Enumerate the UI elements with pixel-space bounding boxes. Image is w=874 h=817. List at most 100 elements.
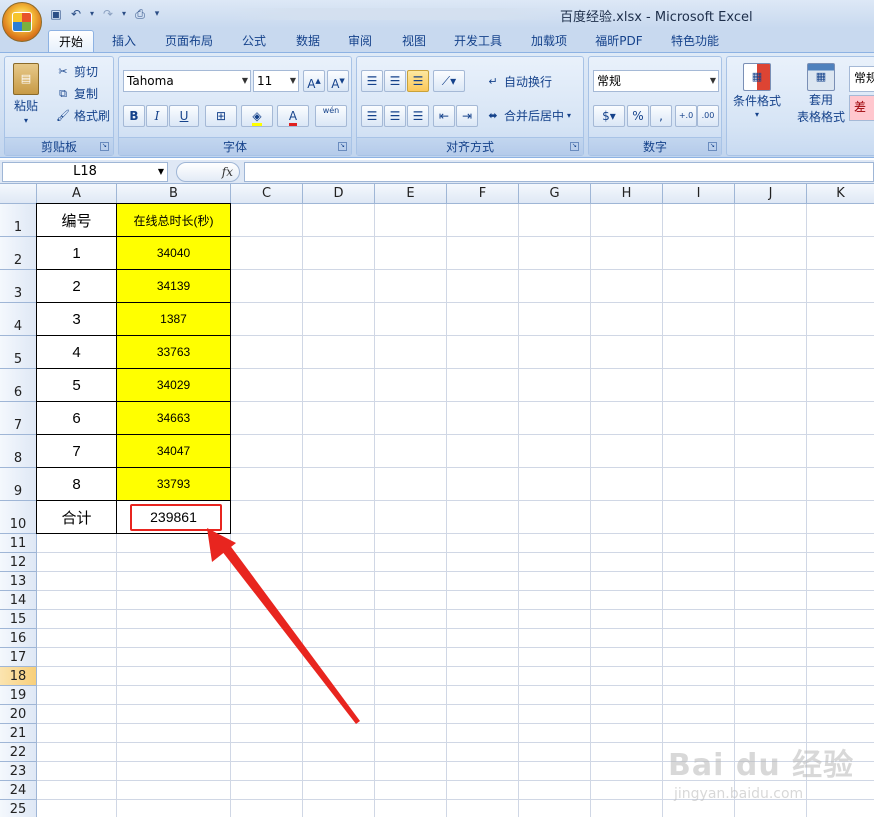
wrap-text-button[interactable]: ↵ 自动换行 <box>485 73 552 90</box>
column-header-a[interactable]: A <box>37 184 117 204</box>
row-header-12[interactable]: 12 <box>0 553 37 572</box>
align-right-button[interactable]: ☰ <box>407 105 429 127</box>
row-header-11[interactable]: 11 <box>0 534 37 553</box>
font-launcher-icon[interactable]: ↘ <box>338 142 347 151</box>
row-header-10[interactable]: 10 <box>0 501 37 534</box>
column-header-j[interactable]: J <box>735 184 807 204</box>
tab-data[interactable]: 数据 <box>286 30 330 52</box>
undo-dropdown-icon[interactable]: ▾ <box>88 6 96 22</box>
customize-qat-icon[interactable]: ▾ <box>152 6 162 22</box>
align-center-button[interactable]: ☰ <box>384 105 406 127</box>
row-header-14[interactable]: 14 <box>0 591 37 610</box>
paste-button[interactable]: ▤ 粘贴 ▾ <box>13 63 39 125</box>
row-header-5[interactable]: 5 <box>0 336 37 369</box>
worksheet-grid[interactable]: A B C D E F G H I J K 1 2 3 4 5 6 7 8 9 10 11 12 13 14 15 16 17 18 19… <box>0 184 874 817</box>
decrease-decimal-button[interactable]: .00 <box>697 105 719 127</box>
font-name-combo[interactable]: Tahoma ▼ <box>123 70 251 92</box>
bold-button[interactable]: B <box>123 105 145 127</box>
currency-button[interactable]: $▾ <box>593 105 625 127</box>
tab-view[interactable]: 视图 <box>392 30 436 52</box>
number-format-combo[interactable]: 常规 ▼ <box>593 70 719 92</box>
save-icon[interactable]: ▣ <box>48 6 64 22</box>
redo-icon[interactable]: ↷ <box>100 6 116 22</box>
print-preview-icon[interactable]: ⎙ <box>132 6 148 22</box>
format-as-table-button[interactable]: ▦ 套用 表格格式 <box>797 63 845 125</box>
column-header-d[interactable]: D <box>303 184 375 204</box>
row-header-16[interactable]: 16 <box>0 629 37 648</box>
row-header-6[interactable]: 6 <box>0 369 37 402</box>
column-header-k[interactable]: K <box>807 184 874 204</box>
alignment-launcher-icon[interactable]: ↘ <box>570 142 579 151</box>
align-middle-button[interactable]: ☰ <box>384 70 406 92</box>
row-header-15[interactable]: 15 <box>0 610 37 629</box>
column-header-f[interactable]: F <box>447 184 519 204</box>
phonetic-button[interactable]: wén <box>315 105 347 127</box>
name-box[interactable]: L18 ▼ <box>2 162 168 182</box>
increase-decimal-button[interactable]: +.0 <box>675 105 697 127</box>
underline-button[interactable]: U <box>169 105 199 127</box>
row-header-2[interactable]: 2 <box>0 237 37 270</box>
tab-special[interactable]: 特色功能 <box>664 30 726 52</box>
copy-button[interactable]: ⧉ 复制 <box>55 85 98 102</box>
number-launcher-icon[interactable]: ↘ <box>708 142 717 151</box>
tab-formulas[interactable]: 公式 <box>232 30 276 52</box>
column-header-h[interactable]: H <box>591 184 663 204</box>
insert-function-button[interactable]: fx <box>176 162 240 182</box>
style-bad[interactable]: 差 <box>849 95 874 121</box>
merge-center-button[interactable]: ⬌ 合并后居中 ▾ <box>485 107 571 124</box>
select-all-corner[interactable] <box>0 184 37 204</box>
percent-button[interactable]: % <box>627 105 649 127</box>
row-header-22[interactable]: 22 <box>0 743 37 762</box>
tab-review[interactable]: 审阅 <box>338 30 382 52</box>
italic-button[interactable]: I <box>146 105 168 127</box>
cut-button[interactable]: ✂ 剪切 <box>55 63 98 80</box>
column-header-c[interactable]: C <box>231 184 303 204</box>
align-top-button[interactable]: ☰ <box>361 70 383 92</box>
row-header-1[interactable]: 1 <box>0 204 37 237</box>
format-painter-button[interactable]: 🖌 格式刷 <box>55 107 110 124</box>
row-header-24[interactable]: 24 <box>0 781 37 800</box>
row-header-21[interactable]: 21 <box>0 724 37 743</box>
font-color-button[interactable]: A <box>277 105 309 127</box>
increase-indent-button[interactable]: ⇥ <box>456 105 478 127</box>
column-header-g[interactable]: G <box>519 184 591 204</box>
row-header-17[interactable]: 17 <box>0 648 37 667</box>
row-header-8[interactable]: 8 <box>0 435 37 468</box>
row-header-13[interactable]: 13 <box>0 572 37 591</box>
align-left-button[interactable]: ☰ <box>361 105 383 127</box>
column-header-e[interactable]: E <box>375 184 447 204</box>
column-header-i[interactable]: I <box>663 184 735 204</box>
align-bottom-button[interactable]: ☰ <box>407 70 429 92</box>
row-header-23[interactable]: 23 <box>0 762 37 781</box>
grow-font-button[interactable]: A▲ <box>303 70 325 92</box>
row-header-20[interactable]: 20 <box>0 705 37 724</box>
tab-insert[interactable]: 插入 <box>102 30 146 52</box>
column-header-b[interactable]: B <box>117 184 231 204</box>
shrink-font-button[interactable]: A▼ <box>327 70 349 92</box>
orientation-button[interactable]: ⟋▾ <box>433 70 465 92</box>
fill-color-button[interactable]: ◈ <box>241 105 273 127</box>
font-size-combo[interactable]: 11 ▼ <box>253 70 299 92</box>
row-header-4[interactable]: 4 <box>0 303 37 336</box>
redo-dropdown-icon[interactable]: ▾ <box>120 6 128 22</box>
row-header-25[interactable]: 25 <box>0 800 37 817</box>
borders-button[interactable]: ⊞ <box>205 105 237 127</box>
tab-home[interactable]: 开始 <box>48 30 94 52</box>
tab-foxit-pdf[interactable]: 福昕PDF <box>588 30 650 52</box>
clipboard-launcher-icon[interactable]: ↘ <box>100 142 109 151</box>
tab-developer[interactable]: 开发工具 <box>446 30 510 52</box>
row-header-9[interactable]: 9 <box>0 468 37 501</box>
undo-icon[interactable]: ↶ <box>68 6 84 22</box>
tab-addins[interactable]: 加载项 <box>524 30 574 52</box>
formula-input[interactable] <box>244 162 874 182</box>
decrease-indent-button[interactable]: ⇤ <box>433 105 455 127</box>
row-header-7[interactable]: 7 <box>0 402 37 435</box>
tab-page-layout[interactable]: 页面布局 <box>158 30 220 52</box>
conditional-format-button[interactable]: ▦ 条件格式 ▾ <box>733 63 781 119</box>
row-header-19[interactable]: 19 <box>0 686 37 705</box>
comma-button[interactable]: , <box>650 105 672 127</box>
office-button[interactable] <box>2 2 42 42</box>
row-header-3[interactable]: 3 <box>0 270 37 303</box>
row-header-18[interactable]: 18 <box>0 667 37 686</box>
style-normal[interactable]: 常规 <box>849 66 874 92</box>
